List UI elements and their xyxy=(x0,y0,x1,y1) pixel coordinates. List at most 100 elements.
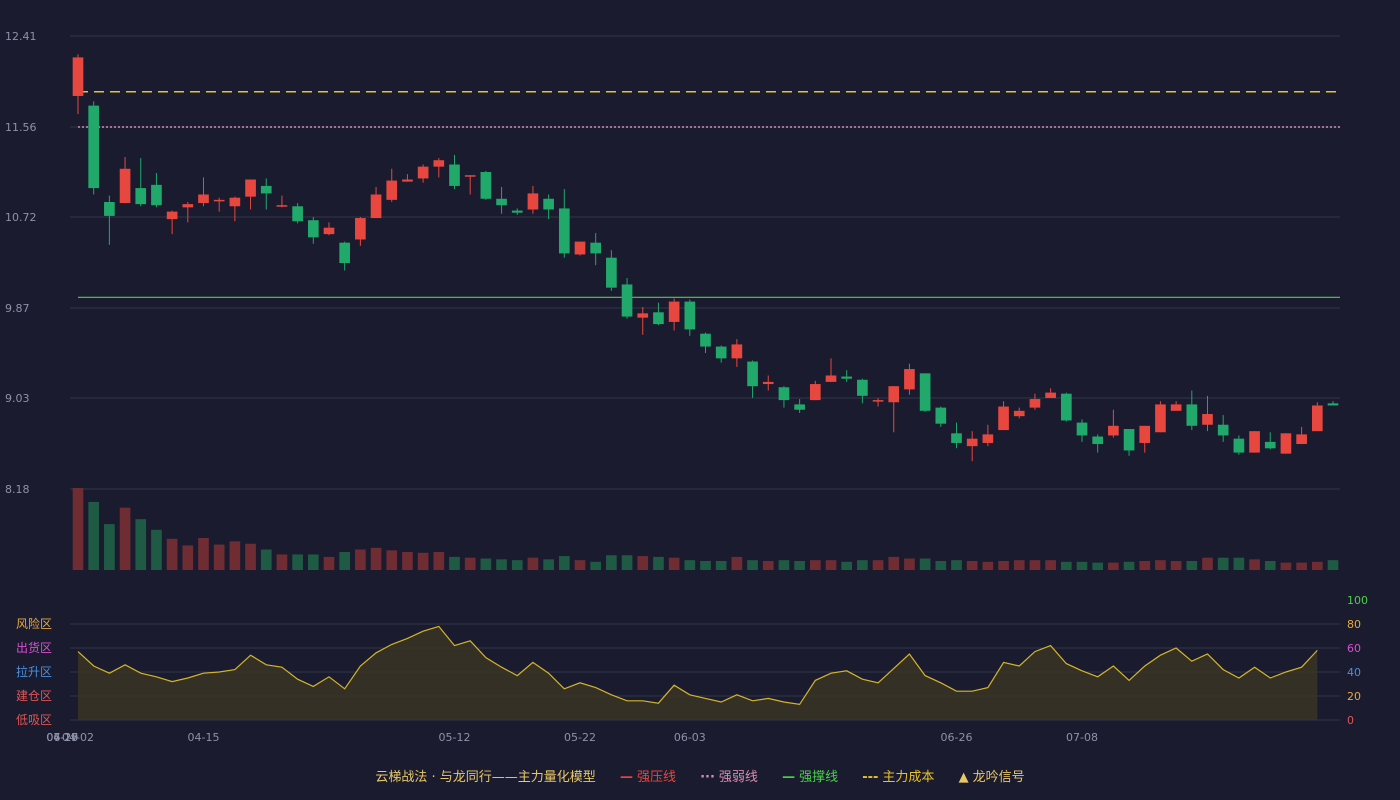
candle-body xyxy=(1013,410,1025,417)
candle-body xyxy=(433,160,445,167)
indicator-tick-label: 40 xyxy=(1347,666,1361,679)
volume-bar xyxy=(762,560,774,570)
volume-bar xyxy=(1060,561,1072,570)
candle-body xyxy=(1202,414,1213,425)
candle-body xyxy=(245,179,256,197)
candle-body xyxy=(700,333,711,347)
candle-body xyxy=(857,379,868,396)
chart-legend: 云梯战法 · 与龙同行——主力量化模型 — 强压线 ··· 强弱线 — 强撑线 ---… xyxy=(0,766,1400,785)
volume-bar xyxy=(433,551,445,570)
volume-bar xyxy=(511,560,523,570)
volume-bar xyxy=(135,519,147,570)
volume-bar xyxy=(1327,560,1339,570)
signal-area xyxy=(78,626,1318,720)
indicator-tick-label: 60 xyxy=(1347,642,1361,655)
legend-item-support-line[interactable]: — 强撑线 xyxy=(782,766,838,785)
volume-bar xyxy=(1108,562,1119,570)
volume-bar xyxy=(998,560,1009,570)
volume-bar xyxy=(1233,557,1245,570)
x-tick-label: 07-08 xyxy=(1066,731,1098,744)
legend-item-main-cost[interactable]: --- 主力成本 xyxy=(862,766,934,785)
legend-label: 龙吟信号 xyxy=(972,770,1025,785)
volume-bar xyxy=(1045,560,1056,570)
volume-bar xyxy=(574,560,586,570)
volume-bar xyxy=(449,556,460,570)
candle-body xyxy=(543,198,554,210)
candle-body xyxy=(292,206,303,222)
volume-bar xyxy=(198,538,209,570)
volume-bar xyxy=(1217,557,1229,570)
candle-body xyxy=(260,185,272,194)
candle-body xyxy=(998,406,1009,431)
volume-bar xyxy=(355,549,366,570)
candle-body xyxy=(1108,425,1119,436)
price-tick-label: 11.56 xyxy=(5,121,37,134)
volume-bar xyxy=(543,559,554,570)
candle-body xyxy=(151,184,162,206)
volume-bar xyxy=(935,560,947,570)
candle-body xyxy=(119,168,131,204)
candle-body xyxy=(966,438,978,447)
candle-body xyxy=(339,242,351,264)
legend-label: 强压线 xyxy=(636,770,676,785)
volume-bar xyxy=(1296,562,1307,570)
candle-body xyxy=(637,313,649,318)
legend-item-signal[interactable]: ▲ 龙吟信号 xyxy=(959,766,1025,785)
candle-body xyxy=(872,400,884,402)
indicator-tick-label: 100 xyxy=(1347,594,1368,607)
volume-bar xyxy=(1123,561,1135,570)
candle-body xyxy=(1060,393,1072,421)
volume-bar xyxy=(417,552,429,570)
candlestick-chart: 12.41 11.56 10.72 9.87 9.03 8.18 100 80 60 40 20 0 风… xyxy=(5,30,1368,744)
volume-bar xyxy=(951,560,962,570)
legend-item-strong-pressure[interactable]: — 强压线 xyxy=(620,766,676,785)
candle-body xyxy=(1233,438,1245,453)
candle-body xyxy=(574,241,586,255)
volume-bar xyxy=(229,541,241,570)
volume-bar xyxy=(1029,560,1041,570)
price-tick-label: 9.87 xyxy=(5,302,30,315)
candle-body xyxy=(1139,425,1151,443)
volume-bar xyxy=(1264,560,1276,570)
volume-bar xyxy=(558,556,570,570)
candle-body xyxy=(1123,429,1135,451)
volume-bar xyxy=(715,560,727,570)
volume-bar xyxy=(1076,561,1088,570)
volume-bar xyxy=(276,554,288,570)
candle-body xyxy=(1186,404,1198,426)
volume-bar xyxy=(1013,560,1025,570)
volume-bar xyxy=(1186,560,1198,570)
volume-bar xyxy=(1170,560,1182,570)
volume-bar xyxy=(872,560,884,570)
x-tick-label: 04-15 xyxy=(188,731,220,744)
candle-body xyxy=(1280,433,1292,454)
candle-body xyxy=(951,433,962,443)
x-tick-label: 06-26 xyxy=(941,731,973,744)
legend-item-weak-line[interactable]: ··· 强弱线 xyxy=(700,766,758,785)
volume-bar xyxy=(182,545,194,570)
candle-body xyxy=(590,242,602,254)
legend-label: 强撑线 xyxy=(799,770,839,785)
price-tick-label: 10.72 xyxy=(5,211,37,224)
volume-bar xyxy=(1280,562,1292,570)
candle-body xyxy=(1045,392,1056,398)
x-tick-label: 05-12 xyxy=(439,731,471,744)
candle-body xyxy=(386,180,398,200)
candle-body xyxy=(1249,431,1260,453)
volume-bar xyxy=(653,556,664,570)
candle-body xyxy=(1029,399,1041,408)
volume-bar xyxy=(402,551,413,570)
volume-bar xyxy=(166,538,178,570)
candle-body xyxy=(1076,422,1088,436)
candle-body xyxy=(668,301,680,322)
legend-marker-line-icon: — xyxy=(619,770,633,785)
volume-bar xyxy=(684,560,696,570)
price-tick-label: 8.18 xyxy=(5,483,30,496)
volume-bar xyxy=(747,560,758,570)
candle-body xyxy=(1155,404,1166,433)
zone-label: 风险区 xyxy=(16,616,52,631)
volume-bar xyxy=(213,544,225,570)
volume-bar xyxy=(370,547,382,570)
volume-bar xyxy=(825,560,837,570)
volume-bar xyxy=(104,524,115,570)
